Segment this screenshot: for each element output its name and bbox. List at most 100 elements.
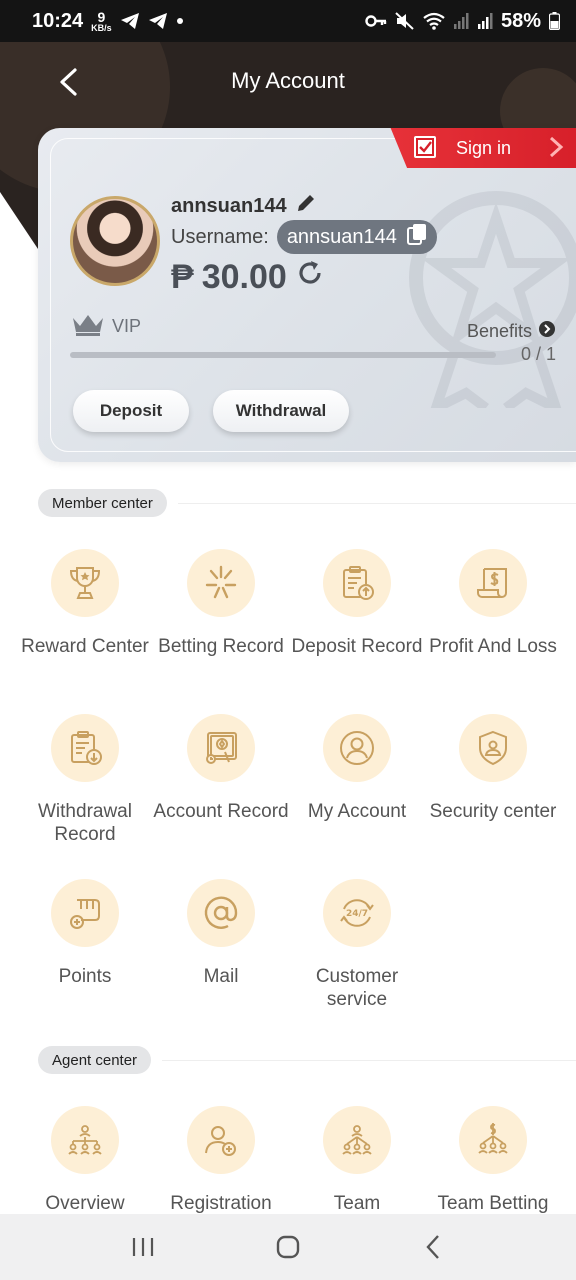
home-icon bbox=[276, 1235, 300, 1259]
refresh-icon[interactable] bbox=[295, 258, 325, 297]
status-bar: 10:24 9 KB/s 58% bbox=[0, 0, 576, 42]
deposit-record-icon bbox=[323, 549, 391, 617]
signal-icon bbox=[453, 13, 469, 29]
grid-label: Team bbox=[333, 1193, 381, 1214]
sign-in-label: Sign in bbox=[456, 137, 512, 158]
signal-icon bbox=[477, 13, 493, 29]
grid-label: My Account bbox=[307, 801, 407, 822]
avatar[interactable] bbox=[70, 196, 160, 286]
add-user-icon bbox=[187, 1106, 255, 1174]
mail-at-icon bbox=[187, 879, 255, 947]
dot-icon bbox=[176, 17, 184, 25]
net-speed-unit: KB/s bbox=[91, 22, 112, 33]
customer-service-item[interactable]: 24/7 Customer service bbox=[288, 879, 426, 1011]
account-record-item[interactable]: Account Record bbox=[152, 714, 290, 823]
grid-label: Security center bbox=[429, 801, 557, 822]
deposit-record-item[interactable]: Deposit Record bbox=[288, 549, 426, 658]
battery-icon bbox=[549, 12, 560, 30]
betting-record-item[interactable]: Betting Record bbox=[152, 549, 290, 658]
grid-label: Account Record bbox=[153, 801, 289, 822]
team-betting-item[interactable]: Team Betting bbox=[424, 1106, 562, 1215]
betting-record-icon bbox=[187, 549, 255, 617]
grid-label: Mail bbox=[203, 966, 239, 987]
chevron-circle-right-icon bbox=[538, 320, 556, 343]
withdrawal-record-icon bbox=[51, 714, 119, 782]
page-title: My Account bbox=[231, 68, 345, 93]
vip-progress-bar bbox=[70, 352, 496, 358]
reward-center-item[interactable]: Reward Center bbox=[16, 549, 154, 658]
back-nav-button[interactable] bbox=[393, 1222, 473, 1272]
account-record-icon bbox=[187, 714, 255, 782]
account-card: Sign in annsuan144 Username: annsuan144 … bbox=[38, 128, 576, 462]
grid-label: Betting Record bbox=[158, 636, 284, 657]
recent-apps-button[interactable] bbox=[103, 1222, 183, 1272]
net-speed: 9 KB/s bbox=[91, 10, 112, 33]
grid-label: Team Betting bbox=[437, 1193, 549, 1214]
security-center-item[interactable]: Security center bbox=[424, 714, 562, 823]
overview-item[interactable]: Overview bbox=[16, 1106, 154, 1215]
member-center-heading: Member center bbox=[38, 489, 167, 517]
registration-item[interactable]: Registration bbox=[152, 1106, 290, 1215]
divider bbox=[178, 503, 576, 504]
grid-label: Points bbox=[58, 966, 112, 987]
points-item[interactable]: Points bbox=[16, 879, 154, 988]
username-row: Username: annsuan144 bbox=[171, 220, 437, 254]
recent-apps-icon bbox=[132, 1238, 153, 1256]
balance-amount: 30.00 bbox=[201, 258, 287, 296]
grid-label: Deposit Record bbox=[291, 636, 423, 657]
back-arrow-icon bbox=[426, 1235, 440, 1259]
status-time: 10:24 bbox=[32, 9, 84, 32]
username-value: annsuan144 bbox=[286, 225, 397, 248]
benefits-label: Benefits bbox=[466, 321, 532, 341]
agent-center-heading: Agent center bbox=[38, 1046, 152, 1074]
team-icon bbox=[323, 1106, 391, 1174]
edit-pencil-icon[interactable] bbox=[295, 192, 317, 220]
username-label: Username: bbox=[171, 225, 269, 248]
crown-icon bbox=[70, 312, 106, 341]
username-copy-pill[interactable]: annsuan144 bbox=[276, 220, 437, 254]
profit-loss-icon bbox=[459, 549, 527, 617]
grid-label: Registration bbox=[170, 1193, 272, 1214]
key-icon bbox=[365, 14, 387, 28]
grid-label: Profit And Loss bbox=[429, 636, 557, 657]
benefits-link[interactable]: Benefits bbox=[467, 320, 556, 343]
grid-label: Reward Center bbox=[21, 636, 149, 657]
badge-watermark-icon bbox=[409, 191, 576, 408]
header-decoration bbox=[0, 192, 40, 252]
deposit-button[interactable]: Deposit bbox=[73, 390, 189, 432]
balance-row: ₱ 30.00 bbox=[171, 258, 325, 297]
mute-icon bbox=[395, 12, 415, 30]
withdrawal-record-item[interactable]: Withdrawal Record bbox=[16, 714, 154, 846]
home-button[interactable] bbox=[248, 1222, 328, 1272]
mail-item[interactable]: Mail bbox=[152, 879, 290, 988]
divider bbox=[162, 1060, 576, 1061]
withdrawal-button[interactable]: Withdrawal bbox=[213, 390, 349, 432]
wifi-icon bbox=[423, 12, 445, 30]
telegram-icon bbox=[120, 12, 140, 30]
vip-row: VIP bbox=[70, 312, 141, 341]
battery-percent: 58% bbox=[500, 9, 541, 32]
profit-and-loss-item[interactable]: Profit And Loss bbox=[424, 549, 562, 658]
checkbox-icon bbox=[414, 136, 436, 158]
team-item[interactable]: Team bbox=[288, 1106, 426, 1215]
grid-label: Overview bbox=[45, 1193, 125, 1214]
telegram-icon bbox=[148, 12, 168, 30]
svg-text:24/7: 24/7 bbox=[346, 909, 368, 919]
vip-label: VIP bbox=[112, 316, 142, 336]
grid-label: Withdrawal Record bbox=[38, 801, 132, 845]
system-nav-bar bbox=[0, 1214, 576, 1280]
trophy-icon bbox=[51, 549, 119, 617]
net-speed-value: 9 bbox=[97, 8, 106, 25]
nickname-row: annsuan144 bbox=[171, 192, 317, 220]
nickname: annsuan144 bbox=[171, 194, 287, 217]
my-account-item[interactable]: My Account bbox=[288, 714, 426, 823]
team-betting-icon bbox=[459, 1106, 527, 1174]
points-icon bbox=[51, 879, 119, 947]
currency-symbol: ₱ bbox=[171, 258, 194, 296]
user-icon bbox=[323, 714, 391, 782]
chevron-right-icon bbox=[548, 135, 564, 164]
shield-icon bbox=[459, 714, 527, 782]
support-24-7-icon: 24/7 bbox=[323, 879, 391, 947]
org-chart-icon bbox=[51, 1106, 119, 1174]
vip-progress-text: 0 / 1 bbox=[520, 344, 556, 364]
